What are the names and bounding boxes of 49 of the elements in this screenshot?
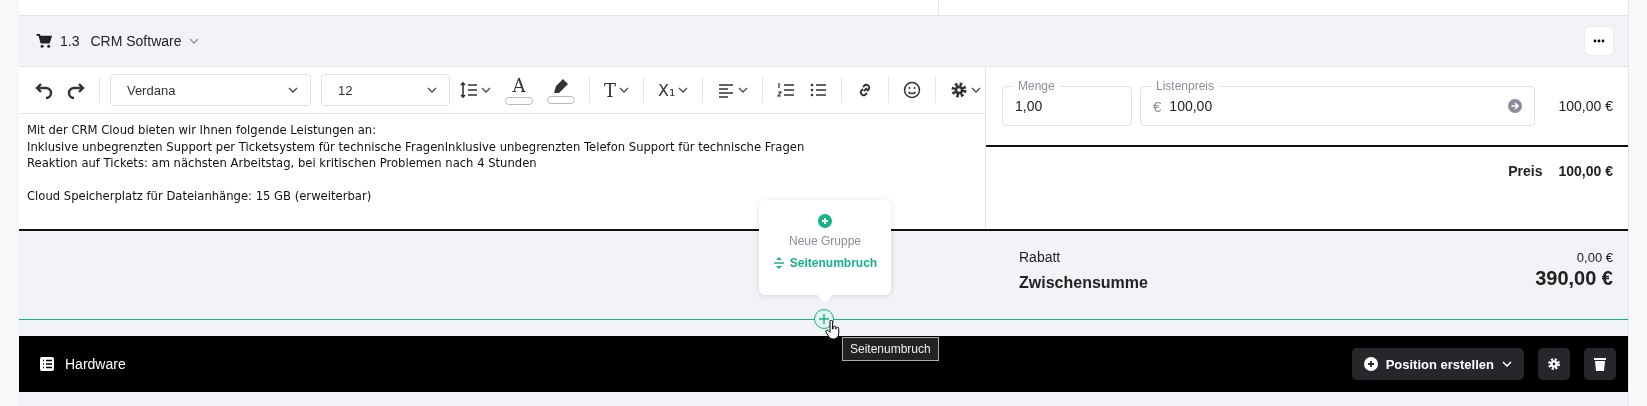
discount-label: Rabatt [1019, 249, 1061, 265]
tooltip: Seitenumbruch [842, 337, 939, 361]
text-style-button[interactable]: T [600, 76, 633, 104]
line-total: 100,00 € [1558, 98, 1613, 114]
chevron-down-icon [678, 87, 689, 93]
settings-button[interactable] [1538, 348, 1570, 380]
trash-icon [1593, 357, 1607, 371]
price-value: 100,00 € [1558, 163, 1613, 179]
subtotal-value: 390,00 € [1535, 267, 1613, 290]
chevron-down-icon [188, 38, 199, 44]
create-position-button[interactable]: Position erstellen [1351, 348, 1524, 380]
smiley-icon [903, 81, 922, 99]
subtotal-label: Zwischensumme [1019, 274, 1148, 292]
add-button[interactable] [814, 309, 834, 329]
chevron-down-icon [971, 87, 981, 93]
cart-icon [35, 32, 53, 50]
plus-circle-icon [1363, 357, 1378, 371]
chevron-down-icon [427, 87, 438, 93]
highlighter-icon [552, 76, 571, 95]
arrow-circle-icon [1507, 99, 1522, 113]
font-family-select[interactable]: Verdana [109, 74, 311, 106]
chevron-down-icon [738, 87, 749, 93]
split-icon [772, 257, 785, 269]
gear-icon [1547, 357, 1561, 371]
group-number: 1.3 [60, 33, 80, 49]
list-icon [39, 356, 55, 372]
font-size-select[interactable]: 12 [321, 74, 451, 106]
chevron-down-icon [288, 87, 298, 93]
chevron-down-icon [619, 87, 629, 93]
more-button[interactable] [1585, 27, 1613, 55]
group-title: CRM Software [90, 33, 182, 49]
chevron-down-icon [481, 87, 492, 93]
plus-icon [819, 314, 829, 324]
delete-button[interactable] [1584, 348, 1616, 380]
redo-icon [67, 81, 85, 99]
chevron-down-icon [1502, 361, 1512, 367]
ellipsis-icon [1593, 39, 1605, 43]
numbered-list-icon [777, 81, 796, 99]
align-left-icon [717, 81, 736, 99]
price-label: Preis [1508, 163, 1543, 179]
plus-circle-icon [818, 214, 832, 228]
subscript-button[interactable]: X₁ [653, 77, 693, 103]
bullet-list-icon [809, 81, 828, 99]
section-title: Hardware [65, 356, 126, 372]
text-color-button[interactable]: A [501, 72, 538, 108]
undo-icon [35, 81, 53, 99]
discount-value: 0,00 € [1576, 249, 1613, 265]
gear-icon [950, 81, 968, 99]
line-height-icon [460, 81, 479, 99]
